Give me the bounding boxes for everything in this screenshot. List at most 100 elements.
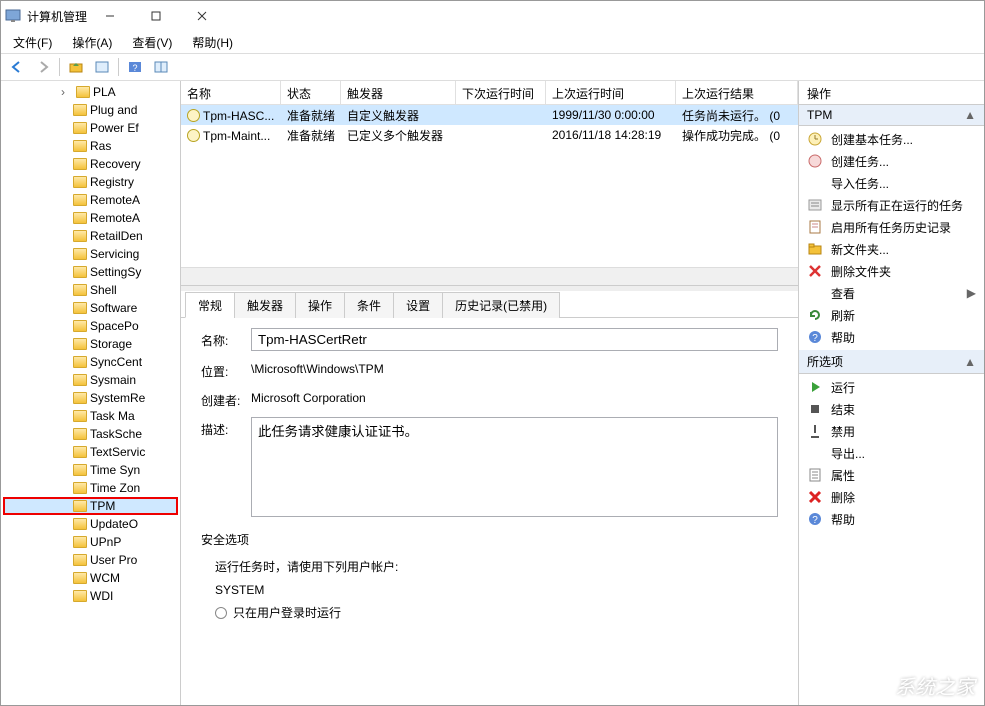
action-结束[interactable]: 结束 [799, 398, 984, 420]
action-新文件夹[interactable]: 新文件夹... [799, 238, 984, 260]
action-启用所有任务历史记录[interactable]: 启用所有任务历史记录 [799, 216, 984, 238]
action-运行[interactable]: 运行 [799, 376, 984, 398]
horizontal-scrollbar[interactable] [181, 267, 798, 285]
tree-item-user pro[interactable]: User Pro [3, 551, 178, 569]
action-刷新[interactable]: 刷新 [799, 304, 984, 326]
folder-icon [73, 302, 87, 314]
menu-file[interactable]: 文件(F) [5, 32, 60, 53]
name-field[interactable] [251, 328, 778, 351]
minimize-button[interactable] [87, 1, 133, 31]
menu-view[interactable]: 查看(V) [124, 32, 180, 53]
history-icon [807, 219, 823, 235]
folder-icon [73, 338, 87, 350]
radio-logged-on[interactable] [215, 607, 227, 619]
folder-icon [76, 86, 90, 98]
svg-text:?: ? [132, 63, 137, 73]
tree-item-tasksche[interactable]: TaskSche [3, 425, 178, 443]
action-导出[interactable]: 导出... [799, 442, 984, 464]
tree-item-upnp[interactable]: UPnP [3, 533, 178, 551]
col-name[interactable]: 名称 [181, 81, 281, 104]
action-显示所有正在运行的任务[interactable]: 显示所有正在运行的任务 [799, 194, 984, 216]
col-result[interactable]: 上次运行结果 [676, 81, 798, 104]
action-导入任务[interactable]: 导入任务... [799, 172, 984, 194]
tree-item-textservic[interactable]: TextServic [3, 443, 178, 461]
help-toolbar-button[interactable]: ? [123, 56, 147, 78]
close-button[interactable] [179, 1, 225, 31]
tab-triggers[interactable]: 触发器 [234, 292, 296, 318]
tab-conditions[interactable]: 条件 [344, 292, 394, 318]
desc-field[interactable] [251, 417, 778, 517]
stop-icon [807, 401, 823, 417]
tree-item-ras[interactable]: Ras [3, 137, 178, 155]
action-删除[interactable]: 删除 [799, 486, 984, 508]
console-button[interactable] [90, 56, 114, 78]
tree-item-remotea[interactable]: RemoteA [3, 209, 178, 227]
tree-item-plug and[interactable]: Plug and [3, 101, 178, 119]
chevron-right-icon: ▶ [967, 286, 976, 300]
task-row[interactable]: Tpm-HASC...准备就绪自定义触发器1999/11/30 0:00:00任… [181, 105, 798, 125]
folder-icon [73, 536, 87, 548]
tree-item-wdi[interactable]: WDI [3, 587, 178, 605]
tree-pane[interactable]: PLAPlug andPower EfRasRecoveryRegistryRe… [1, 81, 181, 705]
action-属性[interactable]: 属性 [799, 464, 984, 486]
folder-icon [73, 194, 87, 206]
menu-action[interactable]: 操作(A) [64, 32, 120, 53]
action-查看[interactable]: 查看▶ [799, 282, 984, 304]
tree-item-tpm[interactable]: TPM [3, 497, 178, 515]
task-list-header: 名称 状态 触发器 下次运行时间 上次运行时间 上次运行结果 [181, 81, 798, 105]
up-button[interactable] [64, 56, 88, 78]
tree-item-retailden[interactable]: RetailDen [3, 227, 178, 245]
folder-icon [73, 374, 87, 386]
action-禁用[interactable]: 禁用 [799, 420, 984, 442]
back-button[interactable] [5, 56, 29, 78]
tree-item-systemre[interactable]: SystemRe [3, 389, 178, 407]
author-value: Microsoft Corporation [251, 388, 778, 408]
col-last[interactable]: 上次运行时间 [546, 81, 676, 104]
tree-item-spacepo[interactable]: SpacePo [3, 317, 178, 335]
task-row[interactable]: Tpm-Maint...准备就绪已定义多个触发器2016/11/18 14:28… [181, 125, 798, 145]
tree-item-shell[interactable]: Shell [3, 281, 178, 299]
tree-item-sysmain[interactable]: Sysmain [3, 371, 178, 389]
action-创建任务[interactable]: 创建任务... [799, 150, 984, 172]
menu-help[interactable]: 帮助(H) [184, 32, 241, 53]
tab-actions[interactable]: 操作 [295, 292, 345, 318]
col-status[interactable]: 状态 [281, 81, 341, 104]
col-trigger[interactable]: 触发器 [341, 81, 456, 104]
clock-icon [187, 109, 200, 122]
tree-item-recovery[interactable]: Recovery [3, 155, 178, 173]
action-删除文件夹[interactable]: 删除文件夹 [799, 260, 984, 282]
tree-item-wcm[interactable]: WCM [3, 569, 178, 587]
forward-button[interactable] [31, 56, 55, 78]
actions-section-tpm[interactable]: TPM▲ [799, 105, 984, 126]
toolbar: ? [1, 53, 984, 81]
folder-icon [73, 392, 87, 404]
detail-pane: 常规 触发器 操作 条件 设置 历史记录(已禁用) 名称: 位置: \Micro… [181, 286, 798, 705]
task-rows[interactable]: Tpm-HASC...准备就绪自定义触发器1999/11/30 0:00:00任… [181, 105, 798, 267]
col-next[interactable]: 下次运行时间 [456, 81, 546, 104]
tree-item-storage[interactable]: Storage [3, 335, 178, 353]
tree-item-servicing[interactable]: Servicing [3, 245, 178, 263]
tree-item-synccent[interactable]: SyncCent [3, 353, 178, 371]
run-as-text: 运行任务时，请使用下列用户帐户: [215, 556, 778, 579]
tree-item-remotea[interactable]: RemoteA [3, 191, 178, 209]
tree-item-software[interactable]: Software [3, 299, 178, 317]
tree-item-settingsy[interactable]: SettingSy [3, 263, 178, 281]
action-帮助[interactable]: ?帮助 [799, 326, 984, 348]
tree-item-time zon[interactable]: Time Zon [3, 479, 178, 497]
actions-title: 操作 [799, 81, 984, 105]
tree-item-pla[interactable]: PLA [3, 83, 178, 101]
tree-item-task ma[interactable]: Task Ma [3, 407, 178, 425]
tree-item-power ef[interactable]: Power Ef [3, 119, 178, 137]
action-帮助[interactable]: ?帮助 [799, 508, 984, 530]
tab-settings[interactable]: 设置 [393, 292, 443, 318]
tree-item-time syn[interactable]: Time Syn [3, 461, 178, 479]
actions-section-selected[interactable]: 所选项▲ [799, 350, 984, 374]
caret-up-icon: ▲ [964, 108, 976, 122]
tab-general[interactable]: 常规 [185, 292, 235, 318]
panel-button[interactable] [149, 56, 173, 78]
tree-item-registry[interactable]: Registry [3, 173, 178, 191]
action-创建基本任务[interactable]: 创建基本任务... [799, 128, 984, 150]
maximize-button[interactable] [133, 1, 179, 31]
tab-history[interactable]: 历史记录(已禁用) [442, 292, 560, 318]
tree-item-updateo[interactable]: UpdateO [3, 515, 178, 533]
